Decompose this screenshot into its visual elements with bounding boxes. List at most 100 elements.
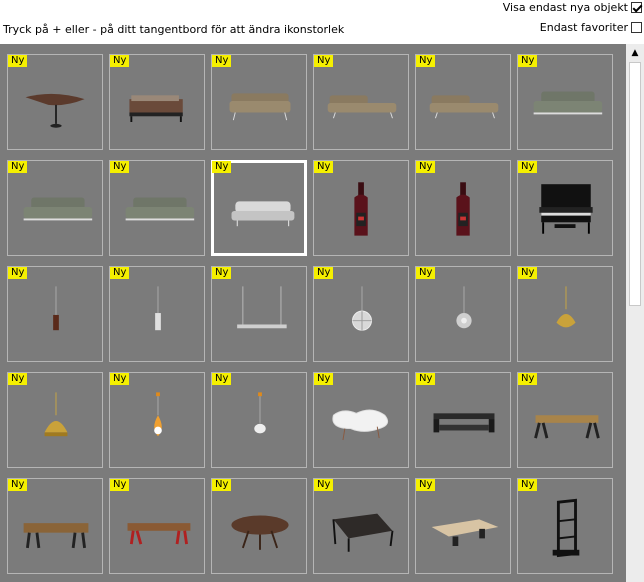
drop-pendant-icon bbox=[154, 392, 162, 437]
object-tile[interactable]: Ny bbox=[7, 478, 103, 574]
dark-table-icon bbox=[332, 513, 394, 552]
object-tile[interactable]: Ny bbox=[415, 54, 511, 150]
new-badge: Ny bbox=[518, 479, 538, 491]
object-tile[interactable]: Ny bbox=[7, 54, 103, 150]
grey-sofa-icon bbox=[533, 91, 603, 115]
shelf-icon bbox=[552, 498, 580, 558]
vertical-scrollbar[interactable]: ▲ bbox=[626, 44, 644, 582]
new-badge: Ny bbox=[212, 161, 232, 173]
object-tile[interactable]: Ny bbox=[7, 266, 103, 362]
options-bar: Visa endast nya objekt Tryck på + eller … bbox=[0, 0, 644, 44]
chaise-sofa-icon bbox=[327, 95, 397, 119]
object-tile[interactable]: Ny bbox=[211, 54, 307, 150]
new-badge: Ny bbox=[8, 479, 28, 491]
object-tile[interactable]: Ny bbox=[313, 54, 409, 150]
wine-bottle-icon bbox=[354, 182, 368, 236]
wood-table-icon bbox=[23, 523, 89, 549]
object-tile[interactable]: Ny bbox=[415, 372, 511, 468]
light-table-icon bbox=[431, 519, 499, 546]
chaise-sofa-icon bbox=[429, 95, 499, 119]
red-leg-bench-icon bbox=[127, 523, 191, 545]
favorites-only-option[interactable]: Endast favoriter bbox=[540, 21, 642, 34]
object-tile[interactable]: Ny bbox=[517, 54, 613, 150]
new-badge: Ny bbox=[212, 267, 232, 279]
new-badge: Ny bbox=[110, 373, 130, 385]
favorites-only-label: Endast favoriter bbox=[539, 21, 628, 34]
object-tile[interactable]: Ny bbox=[517, 160, 613, 256]
object-tile[interactable]: Ny bbox=[517, 478, 613, 574]
new-badge: Ny bbox=[110, 55, 130, 67]
white-sofa-icon bbox=[231, 201, 295, 227]
wine-bottle-icon bbox=[456, 182, 470, 236]
bed-icon bbox=[129, 95, 183, 122]
new-badge: Ny bbox=[212, 373, 232, 385]
object-tile[interactable]: Ny bbox=[109, 372, 205, 468]
object-tile[interactable]: Ny bbox=[211, 266, 307, 362]
new-badge: Ny bbox=[314, 55, 334, 67]
new-badge: Ny bbox=[110, 267, 130, 279]
object-tile[interactable]: Ny bbox=[109, 478, 205, 574]
round-table-icon bbox=[231, 515, 289, 550]
globe-pendant-icon bbox=[352, 286, 372, 331]
linear-pendant-icon bbox=[237, 286, 287, 329]
favorites-only-checkbox[interactable] bbox=[631, 22, 642, 33]
object-tile[interactable]: Ny bbox=[109, 160, 205, 256]
new-badge: Ny bbox=[8, 373, 28, 385]
new-badge: Ny bbox=[518, 373, 538, 385]
object-tile[interactable]: Ny bbox=[415, 478, 511, 574]
new-badge: Ny bbox=[314, 479, 334, 491]
object-tile[interactable]: Ny bbox=[7, 160, 103, 256]
new-badge: Ny bbox=[416, 373, 436, 385]
new-badge: Ny bbox=[518, 161, 538, 173]
new-badge: Ny bbox=[110, 161, 130, 173]
new-badge: Ny bbox=[416, 161, 436, 173]
object-tile[interactable]: Ny bbox=[517, 266, 613, 362]
piano-icon bbox=[539, 184, 593, 234]
new-badge: Ny bbox=[314, 161, 334, 173]
object-gallery: Ny Ny Ny Ny Ny Ny Ny Ny Ny Ny Ny Ny Ny Ny Ny Ny Ny Ny Ny Ny… bbox=[0, 44, 626, 582]
object-tile[interactable]: Ny bbox=[211, 160, 307, 256]
new-badge: Ny bbox=[314, 373, 334, 385]
new-badge: Ny bbox=[416, 267, 436, 279]
coffee-table-icon bbox=[332, 409, 389, 441]
grey-sofa-icon bbox=[125, 197, 195, 221]
object-tile[interactable]: Ny bbox=[415, 160, 511, 256]
new-badge: Ny bbox=[416, 479, 436, 491]
object-tile[interactable]: Ny bbox=[109, 54, 205, 150]
new-badge: Ny bbox=[518, 267, 538, 279]
object-tile[interactable]: Ny bbox=[313, 266, 409, 362]
gold-dome-pendant-icon bbox=[44, 392, 68, 437]
sofa-icon bbox=[229, 93, 291, 121]
object-tile[interactable]: Ny bbox=[517, 372, 613, 468]
object-tile[interactable]: Ny bbox=[415, 266, 511, 362]
object-tile[interactable]: Ny bbox=[7, 372, 103, 468]
object-tile[interactable]: Ny bbox=[313, 160, 409, 256]
new-badge: Ny bbox=[212, 479, 232, 491]
new-badge: Ny bbox=[518, 55, 538, 67]
wood-bench-icon bbox=[534, 415, 600, 439]
scroll-up-arrow-icon[interactable]: ▲ bbox=[626, 44, 644, 61]
new-badge: Ny bbox=[416, 55, 436, 67]
show-new-only-option[interactable]: Visa endast nya objekt bbox=[503, 1, 642, 14]
object-tile[interactable]: Ny bbox=[313, 372, 409, 468]
gold-pendant-icon bbox=[556, 286, 576, 328]
object-tile[interactable]: Ny bbox=[109, 266, 205, 362]
new-badge: Ny bbox=[110, 479, 130, 491]
dark-bench-icon bbox=[433, 413, 495, 433]
grey-sofa-icon bbox=[23, 197, 93, 221]
scrollbar-thumb[interactable] bbox=[629, 62, 641, 306]
new-badge: Ny bbox=[314, 267, 334, 279]
show-new-only-label: Visa endast nya objekt bbox=[502, 1, 628, 14]
icon-size-hint: Tryck på + eller - på ditt tangentbord f… bbox=[3, 23, 345, 36]
object-tile[interactable]: Ny bbox=[211, 372, 307, 468]
new-badge: Ny bbox=[8, 161, 28, 173]
new-badge: Ny bbox=[212, 55, 232, 67]
object-tile[interactable]: Ny bbox=[211, 478, 307, 574]
new-badge: Ny bbox=[8, 267, 28, 279]
pendant-lamp-white-icon bbox=[155, 286, 161, 331]
object-tile[interactable]: Ny bbox=[313, 478, 409, 574]
glass-pendant-icon bbox=[254, 392, 266, 434]
show-new-only-checkbox[interactable] bbox=[631, 2, 642, 13]
new-badge: Ny bbox=[8, 55, 28, 67]
sphere-pendant-icon bbox=[456, 286, 472, 329]
